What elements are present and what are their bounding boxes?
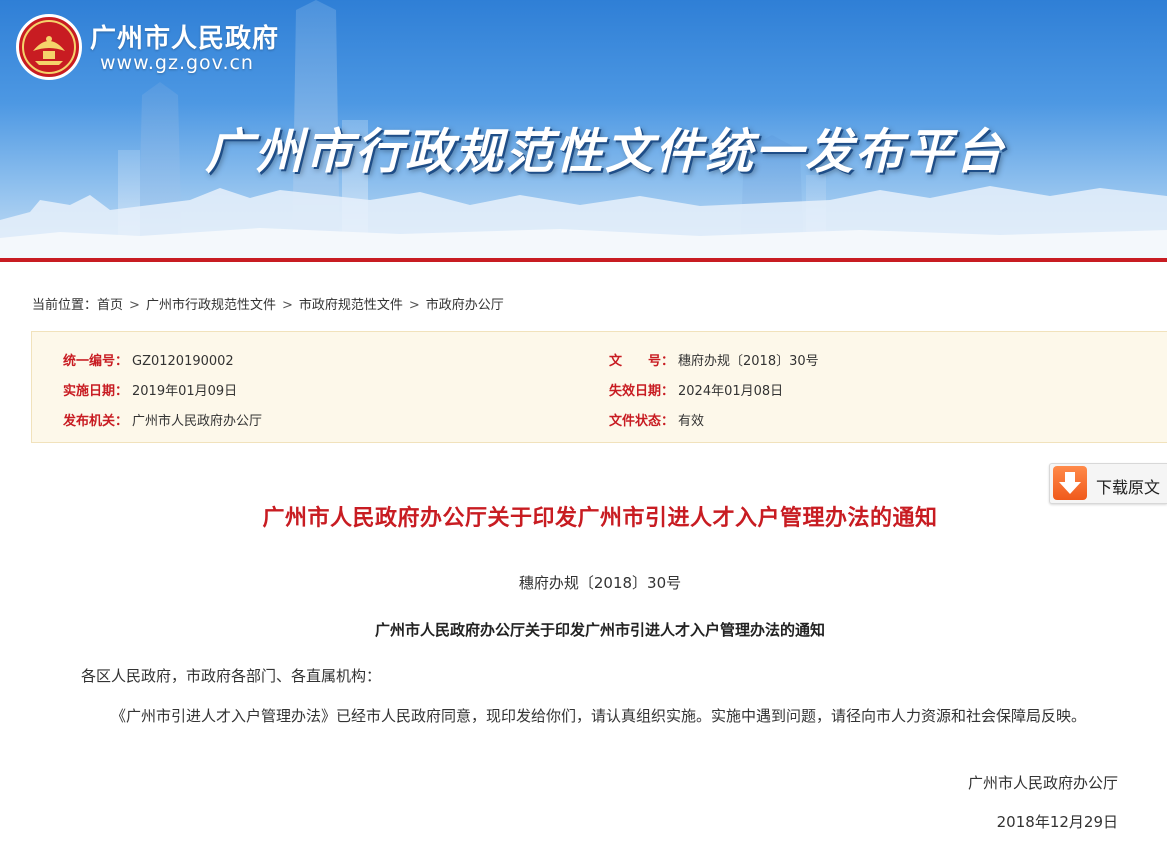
meta-expiry-date: 失效日期： 2024年01月08日 bbox=[609, 380, 783, 399]
meta-label: 失效日期： bbox=[609, 384, 675, 399]
meta-value: 广州市人民政府办公厅 bbox=[132, 414, 263, 429]
meta-label: 统一编号： bbox=[63, 354, 129, 369]
meta-issuer: 发布机关： 广州市人民政府办公厅 bbox=[63, 410, 262, 429]
breadcrumb-separator: > bbox=[408, 298, 420, 313]
site-url[interactable]: www.gz.gov.cn bbox=[100, 52, 254, 74]
breadcrumb-office[interactable]: 市政府办公厅 bbox=[426, 298, 504, 313]
meta-value: 有效 bbox=[678, 414, 705, 429]
meta-label: 文件状态： bbox=[609, 414, 675, 429]
document-number: 穗府办规〔2018〕30号 bbox=[518, 574, 682, 592]
download-arrow-icon bbox=[1053, 466, 1087, 500]
meta-unified-no: 统一编号： GZ0120190002 bbox=[63, 350, 234, 369]
meta-doc-no: 文 号： 穗府办规〔2018〕30号 bbox=[609, 350, 819, 369]
meta-status: 文件状态： 有效 bbox=[609, 410, 704, 429]
breadcrumb-home[interactable]: 首页 bbox=[97, 298, 123, 313]
government-emblem-logo[interactable] bbox=[16, 14, 82, 80]
breadcrumb-gov-docs[interactable]: 市政府规范性文件 bbox=[299, 298, 403, 313]
document-signature: 广州市人民政府办公厅 bbox=[967, 774, 1118, 792]
meta-label: 实施日期： bbox=[63, 384, 129, 399]
header-divider bbox=[0, 258, 1167, 262]
document-addressee: 各区人民政府，市政府各部门、各直属机构： bbox=[81, 667, 382, 685]
document-meta-panel: 统一编号： GZ0120190002 文 号： 穗府办规〔2018〕30号 实施日期… bbox=[31, 331, 1167, 443]
meta-value: 2019年01月09日 bbox=[132, 384, 238, 399]
breadcrumb-prefix: 当前位置： bbox=[32, 298, 98, 313]
document-body: 《广州市引进人才入户管理办法》已经市人民政府同意，现印发给你们，请认真组织实施。… bbox=[111, 707, 1087, 725]
meta-value: 穗府办规〔2018〕30号 bbox=[678, 354, 819, 369]
meta-value: GZ0120190002 bbox=[132, 354, 234, 369]
breadcrumb-separator: > bbox=[129, 298, 140, 313]
breadcrumb-separator: > bbox=[281, 298, 293, 313]
site-name[interactable]: 广州市人民政府 bbox=[90, 18, 279, 55]
meta-effective-date: 实施日期： 2019年01月09日 bbox=[63, 380, 237, 399]
platform-title: 广州市行政规范性文件统一发布平台 bbox=[205, 124, 1006, 180]
header-banner: 广州市人民政府 www.gz.gov.cn 广州市行政规范性文件统一发布平台 bbox=[0, 0, 1167, 258]
meta-value: 2024年01月08日 bbox=[678, 384, 784, 399]
document-subtitle: 广州市人民政府办公厅关于印发广州市引进人才入户管理办法的通知 bbox=[374, 621, 825, 639]
breadcrumb-normative-docs[interactable]: 广州市行政规范性文件 bbox=[146, 298, 276, 313]
meta-label: 文 号： bbox=[609, 354, 675, 369]
document-title: 广州市人民政府办公厅关于印发广州市引进人才入户管理办法的通知 bbox=[262, 506, 938, 531]
breadcrumb: 当前位置：首页 > 广州市行政规范性文件 > 市政府规范性文件 > 市政府办公厅 bbox=[32, 294, 504, 313]
meta-label: 发布机关： bbox=[63, 414, 129, 429]
download-label: 下载原文 bbox=[1096, 478, 1161, 497]
download-original-button[interactable]: 下载原文 bbox=[1049, 463, 1167, 504]
document-date: 2018年12月29日 bbox=[996, 813, 1118, 831]
